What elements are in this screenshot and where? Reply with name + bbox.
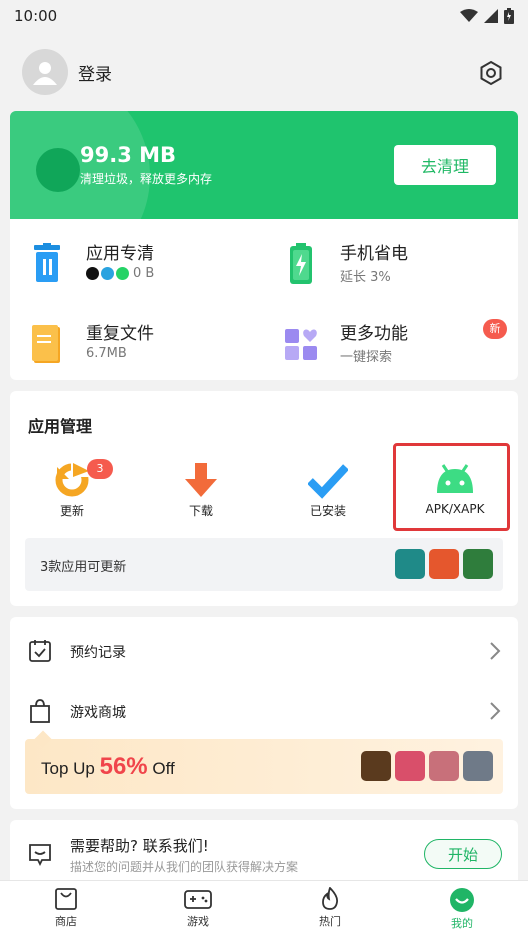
tool-title: 重复文件: [86, 324, 154, 344]
links-card: 预约记录 游戏商城 Top Up 56% Off: [10, 617, 518, 809]
game-icon: [429, 751, 459, 781]
tab-me[interactable]: 我的: [396, 881, 528, 939]
clean-button[interactable]: 去清理: [394, 145, 496, 185]
tool-battery-saver[interactable]: 手机省电 延长 3%: [264, 239, 504, 299]
tab-store[interactable]: 商店: [0, 881, 132, 939]
update-button[interactable]: 更新: [12, 455, 132, 525]
gamepad-icon: [184, 890, 212, 909]
tab-label: 我的: [451, 917, 473, 930]
tool-title: 手机省电: [340, 244, 408, 264]
tab-label: 游戏: [187, 915, 209, 928]
chevron-right-icon: [490, 702, 501, 720]
status-icons: [460, 8, 514, 24]
battery-saver-icon: [290, 243, 312, 284]
app-icon: [463, 549, 493, 579]
storage-circle: [36, 148, 80, 192]
update-count-badge: 3: [87, 459, 113, 479]
smile-icon: [450, 888, 474, 912]
store-icon: [55, 888, 77, 910]
tool-subtitle: 6.7MB: [86, 346, 127, 361]
download-label: 下载: [188, 504, 213, 518]
app-icon: [395, 549, 425, 579]
checkmark-icon: [308, 464, 348, 499]
grid-heart-icon: [285, 329, 317, 360]
junk-size: 99.3 MB: [80, 143, 177, 167]
help-subtitle: 描述您的问题并从我们的团队获得解决方案: [70, 860, 299, 874]
pending-updates-text: 3款应用可更新: [40, 560, 127, 575]
profile-header: 登录: [0, 40, 528, 104]
installed-label: 已安装: [309, 504, 346, 518]
signal-icon: [484, 9, 498, 23]
game-icon: [395, 751, 425, 781]
tool-more-features[interactable]: 更多功能 一键探索: [264, 319, 504, 379]
refresh-icon: [55, 461, 91, 497]
chevron-right-icon: [490, 642, 501, 660]
tab-hot[interactable]: 热门: [264, 881, 396, 939]
topup-prefix: Top Up: [41, 759, 100, 778]
tab-label: 商店: [55, 915, 77, 928]
tiktok-icon: [86, 267, 99, 280]
game-icon: [361, 751, 391, 781]
telegram-icon: [101, 267, 114, 280]
reservations-row[interactable]: 预约记录: [10, 627, 518, 677]
pending-updates-row[interactable]: 3款应用可更新: [25, 538, 503, 591]
trash-icon: [34, 243, 60, 282]
status-time: 10:00: [14, 7, 58, 25]
topup-text: Top Up 56% Off: [41, 753, 175, 781]
tools-grid: 应用专清 0 B 手机省电 延长 3% 重复文件 6.7MB 更多功能 一键探索…: [10, 219, 518, 380]
user-icon: [33, 62, 57, 85]
tool-title: 应用专清: [86, 244, 154, 264]
tab-label: 热门: [319, 915, 341, 928]
tool-title: 更多功能: [340, 324, 408, 344]
download-icon: [185, 463, 217, 497]
installed-button[interactable]: 已安装: [268, 455, 388, 525]
update-label: 更新: [59, 504, 84, 518]
app-clean-size: 0 B: [133, 266, 155, 281]
topup-percent: 56%: [99, 753, 148, 780]
apk-highlight-box: [393, 443, 510, 531]
new-badge: 新: [483, 319, 507, 339]
status-bar: 10:00: [0, 0, 528, 32]
topup-banner[interactable]: Top Up 56% Off: [25, 730, 503, 794]
download-button[interactable]: 下载: [141, 455, 261, 525]
calendar-check-icon: [29, 640, 51, 662]
wifi-icon: [460, 9, 478, 22]
section-title: 应用管理: [28, 417, 93, 436]
avatar[interactable]: [22, 49, 68, 95]
settings-icon[interactable]: [478, 60, 504, 86]
topup-game-icons: [361, 751, 493, 781]
file-icon: [32, 325, 60, 363]
game-icon: [463, 751, 493, 781]
login-link[interactable]: 登录: [78, 60, 112, 85]
chat-icon: [29, 844, 51, 866]
bottom-tab-bar: 商店 游戏 热门 我的: [0, 880, 528, 939]
tool-app-clean[interactable]: 应用专清 0 B: [10, 239, 250, 299]
battery-icon: [504, 8, 514, 24]
tab-games[interactable]: 游戏: [132, 881, 264, 939]
shopping-bag-icon: [30, 699, 50, 723]
app-icons: [86, 267, 129, 280]
start-button[interactable]: 开始: [424, 839, 502, 869]
clean-banner[interactable]: 99.3 MB 清理垃圾，释放更多内存 去清理: [10, 111, 518, 219]
game-store-label: 游戏商城: [70, 705, 126, 721]
flame-icon: [322, 887, 339, 910]
game-store-row[interactable]: 游戏商城: [10, 687, 518, 737]
tool-subtitle: 延长 3%: [340, 270, 391, 285]
reservations-label: 预约记录: [70, 645, 126, 661]
tool-duplicate-files[interactable]: 重复文件 6.7MB: [10, 319, 250, 379]
whatsapp-icon: [116, 267, 129, 280]
clean-description: 清理垃圾，释放更多内存: [80, 172, 213, 186]
pending-app-icons: [395, 549, 493, 579]
tool-subtitle: 0 B: [86, 266, 154, 281]
help-title: 需要帮助? 联系我们!: [70, 837, 209, 855]
tool-subtitle: 一键探索: [340, 350, 393, 365]
app-icon: [429, 549, 459, 579]
topup-suffix: Off: [147, 759, 175, 778]
